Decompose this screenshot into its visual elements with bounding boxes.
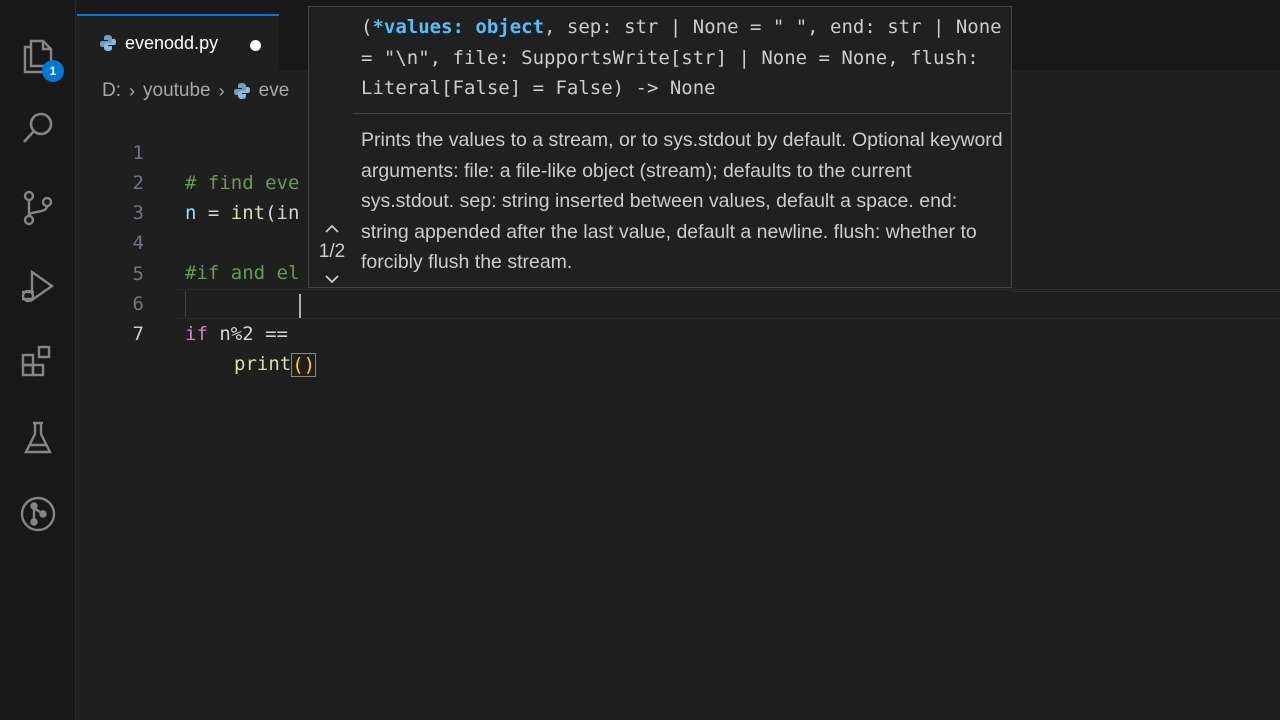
chevron-right-icon: › [129,80,135,101]
activity-bar: 1 [0,0,76,720]
python-file-icon [100,35,116,51]
unsaved-dot-icon[interactable] [250,40,261,51]
text-cursor [299,294,301,318]
editor-divider [1012,291,1280,292]
signature-navigator: 1/2 [309,221,355,287]
signature-text: (*values: object, sep: str | None = " ",… [361,16,1014,99]
signature-help-popup: 1/2 (*values: object, sep: str | None = … [308,6,1012,288]
breadcrumb-drive[interactable]: D: [102,80,121,102]
files-icon[interactable]: 1 [16,34,64,82]
explorer-badge: 1 [42,60,64,82]
chevron-down-icon[interactable] [322,271,342,287]
documentation-text: Prints the values to a stream, or to sys… [361,129,1003,273]
hover-divider [353,113,1011,114]
breadcrumb-file[interactable]: eve [259,80,290,102]
code-line-active[interactable]: 7 print() [77,289,1280,377]
chevron-up-icon[interactable] [322,221,342,237]
code-text: print() [234,352,317,377]
code-text: if n%2 == [185,323,300,345]
run-debug-icon[interactable] [16,264,60,308]
git-graph-icon[interactable] [16,492,60,536]
chevron-right-icon: › [218,80,225,101]
search-icon[interactable] [16,106,60,150]
extensions-icon[interactable] [16,340,60,384]
python-file-icon [233,83,250,99]
breadcrumb: D: › youtube › eve [102,78,289,104]
signature-counter: 1/2 [318,241,346,262]
tab-label: evenodd.py [125,32,219,53]
active-parameter: *values: object [372,16,545,38]
line-number: 7 [132,323,144,345]
tab-evenodd-py[interactable]: evenodd.py [77,14,279,70]
breadcrumb-folder[interactable]: youtube [143,80,211,102]
testing-icon[interactable] [16,416,60,460]
source-control-icon[interactable] [16,186,60,230]
bracket-match: () [291,352,317,377]
